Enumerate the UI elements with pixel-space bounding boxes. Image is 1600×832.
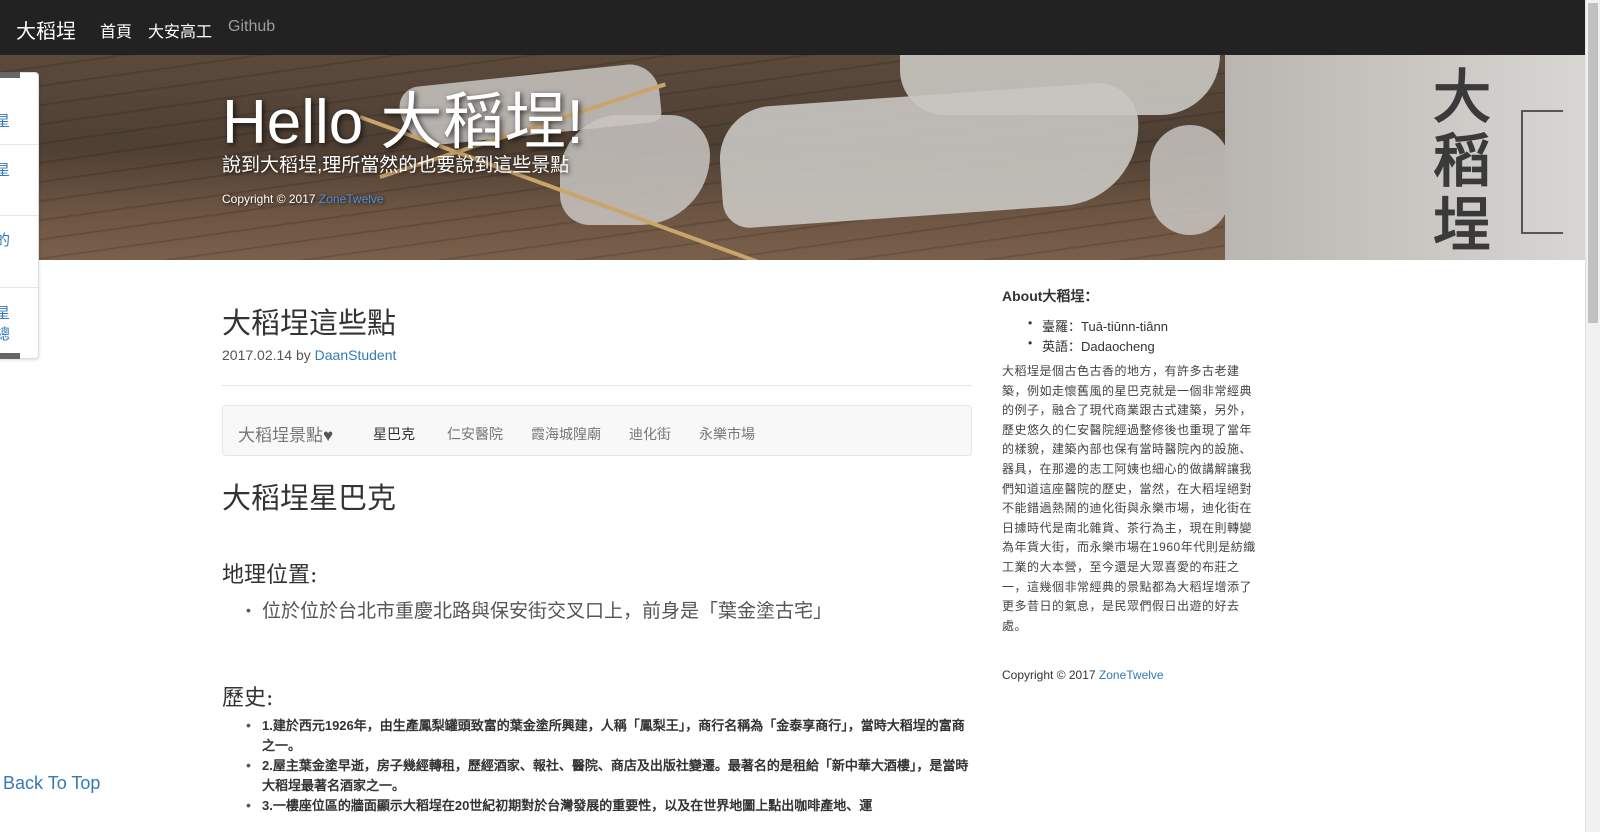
about-name-english: 英語：Dadaocheng bbox=[1042, 339, 1155, 354]
page-scrollbar[interactable] bbox=[1585, 0, 1600, 832]
side-menu-item[interactable]: 星 bbox=[0, 110, 38, 130]
history-item: 3.一樓座位區的牆面顯示大稻埕在20世紀初期對於台灣發展的重要性，以及在世界地圖… bbox=[262, 798, 873, 813]
side-menu-item[interactable]: 的 bbox=[0, 229, 38, 249]
navbar-brand[interactable]: 大稻埕 bbox=[16, 15, 76, 44]
back-to-top-link[interactable]: Back To Top bbox=[3, 773, 100, 794]
tab-xiahai-temple[interactable]: 霞海城隍廟 bbox=[531, 424, 601, 444]
bullet-icon: • bbox=[1028, 336, 1033, 350]
bullet-icon: • bbox=[246, 757, 251, 773]
side-floating-menu: 星 星 的 星 總 bbox=[0, 72, 39, 359]
history-heading: 歷史: bbox=[222, 686, 274, 711]
hero-map-shape bbox=[1150, 125, 1230, 235]
bullet-icon: • bbox=[246, 797, 251, 813]
hero-banner: 大稻埕 Hello 大稻埕! 說到大稻埕,理所當然的也要說到這些景點 Copyr… bbox=[0, 55, 1585, 260]
about-title: About大稻埕： bbox=[1002, 288, 1099, 304]
hero-map-shape bbox=[900, 55, 1220, 115]
side-menu-divider bbox=[0, 287, 38, 288]
nav-link-github[interactable]: Github bbox=[228, 18, 275, 36]
side-menu-tab bbox=[0, 353, 20, 359]
tab-dihua-street[interactable]: 迪化街 bbox=[629, 424, 671, 444]
tabbar-brand-label: 大稻埕景點 bbox=[238, 426, 323, 445]
post-date: 2017.02.14 bbox=[222, 347, 293, 363]
tab-yongle-market[interactable]: 永樂市場 bbox=[699, 424, 755, 444]
about-description: 大稻埕是個古色古香的地方，有許多古老建築，例如走懷舊風的星巴克就是一個非常經典的… bbox=[1002, 364, 1256, 633]
nav-link-daan[interactable]: 大安高工 bbox=[148, 18, 212, 42]
hero-copyright-text: Copyright © 2017 bbox=[222, 192, 319, 206]
side-menu-divider bbox=[0, 144, 38, 145]
geo-item: 位於位於台北市重慶北路與保安街交叉口上，前身是「葉金塗古宅」 bbox=[262, 601, 833, 622]
scrollbar-thumb[interactable] bbox=[1588, 3, 1598, 323]
side-menu-tab bbox=[0, 72, 20, 78]
side-menu-divider bbox=[0, 215, 38, 216]
hero-sign-text: 大稻埕 bbox=[1432, 63, 1491, 259]
side-menu-item-label: 星 bbox=[0, 305, 11, 322]
side-menu-item-label: 總 bbox=[0, 326, 11, 343]
side-menu-item[interactable]: 星 bbox=[0, 302, 38, 322]
tabbar-brand[interactable]: 大稻埕景點♥ bbox=[238, 421, 333, 446]
bullet-icon: • bbox=[246, 602, 251, 618]
sidebar-copyright-link[interactable]: ZoneTwelve bbox=[1099, 668, 1164, 682]
sidebar-copyright-text: Copyright © 2017 bbox=[1002, 668, 1099, 682]
sidebar-copyright: Copyright © 2017 ZoneTwelve bbox=[1002, 668, 1164, 682]
post-meta: 2017.02.14 by DaanStudent bbox=[222, 347, 396, 363]
geo-heading: 地理位置: bbox=[222, 563, 318, 588]
side-menu-item[interactable]: 星 bbox=[0, 159, 38, 179]
post-by: by bbox=[292, 347, 315, 363]
tab-starbucks[interactable]: 星巴克 bbox=[373, 424, 415, 444]
history-item: 2.屋主葉金塗早逝，房子幾經轉租，歷經酒家、報社、醫院、商店及出版社變遷。最著名… bbox=[262, 758, 969, 793]
about-name-taiwanese: 臺羅：Tuā-tiūnn-tiânn bbox=[1042, 319, 1168, 334]
bullet-icon: • bbox=[1028, 316, 1033, 330]
hero-title: Hello 大稻埕! bbox=[222, 88, 584, 157]
bullet-icon: • bbox=[246, 717, 251, 733]
tab-jen-an-hospital[interactable]: 仁安醫院 bbox=[447, 424, 503, 444]
section-title: 大稻埕星巴克 bbox=[222, 481, 397, 515]
side-menu-item-label: 星 bbox=[0, 113, 11, 130]
history-item: 1.建於西元1926年，由生產鳳梨罐頭致富的葉金塗所興建，人稱「鳳梨王」，商行名… bbox=[262, 718, 965, 753]
post-title: 大稻埕這些點 bbox=[222, 306, 397, 340]
side-menu-item-label: 星 bbox=[0, 162, 11, 179]
hero-subtitle: 說到大稻埕,理所當然的也要說到這些景點 bbox=[222, 155, 570, 176]
top-navbar: 大稻埕 首頁 大安高工 Github bbox=[0, 0, 1600, 55]
side-menu-item-label: 的 bbox=[0, 232, 11, 249]
heart-icon: ♥ bbox=[323, 426, 334, 445]
post-author-link[interactable]: DaanStudent bbox=[315, 347, 397, 363]
hero-copyright: Copyright © 2017 ZoneTwelve bbox=[222, 192, 384, 206]
divider bbox=[222, 385, 972, 386]
hero-sign-frame bbox=[1521, 110, 1563, 234]
hero-copyright-link[interactable]: ZoneTwelve bbox=[319, 192, 384, 206]
side-menu-item[interactable]: 總 bbox=[0, 323, 38, 343]
nav-link-home[interactable]: 首頁 bbox=[100, 18, 132, 42]
spots-tabbar: 大稻埕景點♥ 星巴克 仁安醫院 霞海城隍廟 迪化街 永樂市場 bbox=[222, 405, 972, 456]
